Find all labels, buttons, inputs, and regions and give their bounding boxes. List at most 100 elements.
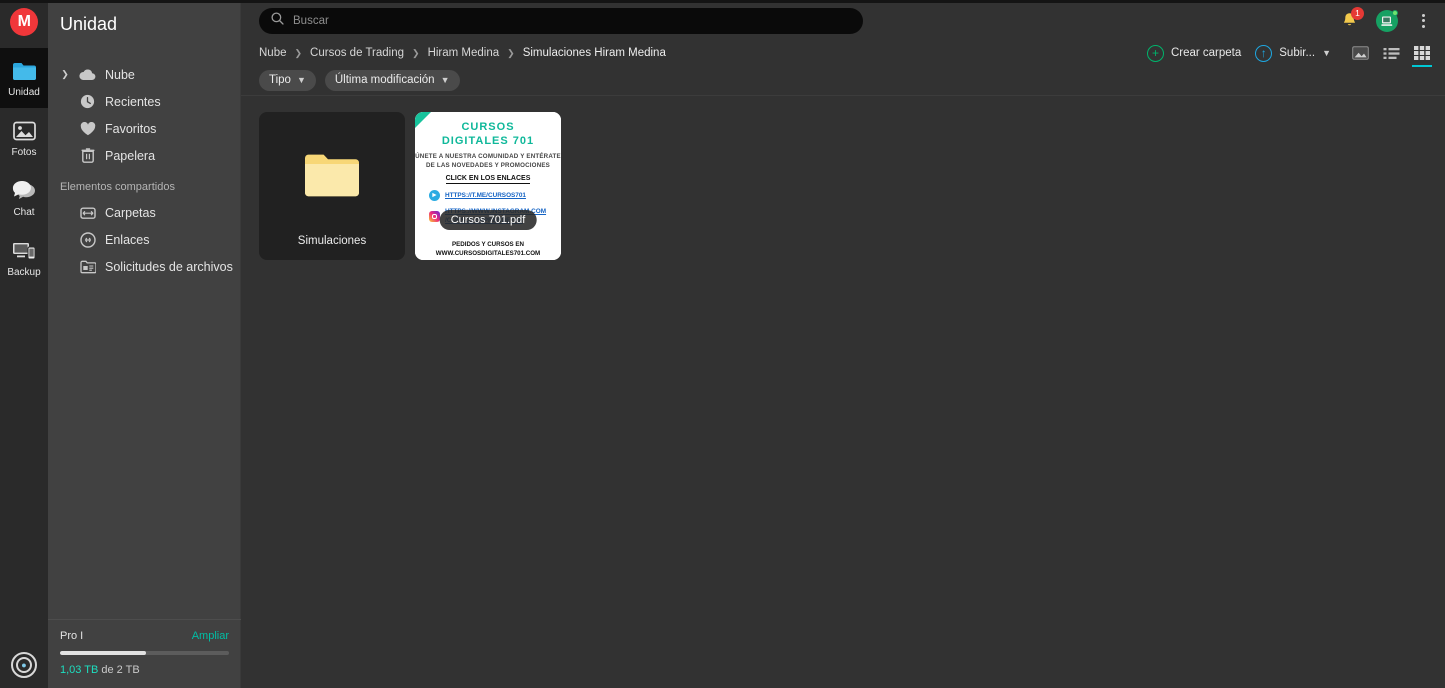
breadcrumb: Nube ❯ Cursos de Trading ❯ Hiram Medina … [259,47,666,59]
filter-chip-tipo[interactable]: Tipo ▼ [259,69,316,91]
shared-folders-icon [79,204,96,221]
sidebar-nav: ❯ Nube ❯ Recientes ❯ Favoritos [48,61,240,280]
list-view-icon[interactable] [1382,44,1400,62]
rail-item-fotos[interactable]: Fotos [0,108,48,168]
pdf-telegram-row: ► HTTPS://T.ME/CURSOS701 [421,190,555,201]
trash-icon [79,147,96,164]
rail-item-unidad[interactable]: Unidad [0,48,48,108]
file-request-icon [79,258,96,275]
pdf-footer-line1: PEDIDOS Y CURSOS EN [452,241,524,248]
create-folder-button[interactable]: + Crear carpeta [1146,44,1241,62]
sidebar-item-papelera[interactable]: ❯ Papelera [48,142,240,169]
chevron-down-icon: ▼ [440,75,450,85]
sidebar-item-recientes[interactable]: ❯ Recientes [48,88,240,115]
sidebar-item-enlaces[interactable]: ❯ Enlaces [48,226,240,253]
top-edge-strip [0,0,1445,3]
upload-button[interactable]: ↑ Subir... ▼ [1255,44,1331,62]
rail-item-chat[interactable]: Chat [0,168,48,228]
top-bar-actions: 1 [1340,7,1431,32]
notification-badge: 1 [1351,7,1364,20]
clock-icon [79,93,96,110]
rail-label-chat: Chat [13,206,35,218]
left-icon-rail: M Unidad Fotos Chat Backup ● [0,0,48,688]
accessibility-icon[interactable]: ● [11,652,37,678]
upgrade-link[interactable]: Ampliar [192,630,229,642]
view-toggles [1351,44,1432,67]
media-view-icon[interactable] [1351,44,1369,62]
pdf-title-line2: DIGITALES 701 [441,135,535,147]
upload-label: Subir... [1279,47,1316,59]
backup-icon [11,238,37,264]
sidebar-label-favoritos: Favoritos [105,121,157,136]
chevron-right-icon: ❯ [412,47,420,58]
sidebar-section-label: Elementos compartidos [60,181,175,193]
pdf-footer: PEDIDOS Y CURSOS EN WWW.CURSOSDIGITALES7… [415,240,561,258]
filter-chip-ultima-modificacion[interactable]: Última modificación ▼ [324,69,460,91]
pdf-subtitle-line1: ÚNETE A NUESTRA COMUNIDAD Y ENTÉRATE [415,153,561,160]
storage-total: de 2 TB [98,664,140,676]
kebab-menu-icon[interactable] [1415,12,1431,30]
rail-item-backup[interactable]: Backup [0,228,48,288]
rail-label-backup: Backup [7,266,41,278]
search-placeholder: Buscar [293,14,329,27]
folder-icon [11,58,37,84]
rail-bottom: ● [0,652,48,678]
breadcrumb-item-1[interactable]: Cursos de Trading [310,47,404,59]
sidebar-item-nube[interactable]: ❯ Nube [48,61,240,88]
file-card-label: Cursos 701.pdf [439,210,537,230]
storage-used: 1,03 TB [60,664,99,676]
corner-accent [415,112,431,128]
folder-icon [303,152,361,203]
chevron-down-icon[interactable]: ▼ [1322,48,1331,58]
pdf-link-telegram: HTTPS://T.ME/CURSOS701 [445,192,526,199]
sidebar-label-enlaces: Enlaces [105,232,150,247]
sidebar-item-favoritos[interactable]: ❯ Favoritos [48,115,240,142]
sidebar: Unidad ❯ Nube ❯ Recientes ❯ [48,0,241,688]
pdf-title-line1: CURSOS [461,121,515,133]
filter-label-tipo: Tipo [269,74,291,86]
sidebar-item-carpetas[interactable]: ❯ Carpetas [48,199,240,226]
sidebar-label-papelera: Papelera [105,148,156,163]
instagram-icon [429,210,440,222]
storage-usage-text: 1,03 TB de 2 TB [60,664,229,676]
photos-icon [11,118,37,144]
search-input[interactable]: Buscar [259,7,863,34]
online-status-dot [1392,9,1398,16]
pdf-thumbnail: CURSOS DIGITALES 701 ÚNETE A NUESTRA COM… [415,112,561,260]
rail-label-fotos: Fotos [11,146,37,158]
sidebar-label-nube: Nube [105,67,135,82]
mega-logo[interactable]: M [10,8,38,36]
grid-view-icon[interactable] [1412,44,1432,67]
cloud-icon [79,66,96,83]
sidebar-item-solicitudes[interactable]: ❯ Solicitudes de archivos [48,253,240,280]
pdf-footer-line2: WWW.CURSOSDIGITALES701.COM [435,250,541,257]
content-actions: + Crear carpeta ↑ Subir... ▼ [1146,44,1432,67]
breadcrumb-item-3[interactable]: Simulaciones Hiram Medina [523,47,666,59]
breadcrumb-item-0[interactable]: Nube [259,47,287,59]
breadcrumb-item-2[interactable]: Hiram Medina [428,47,500,59]
chevron-right-icon: ❯ [507,47,515,58]
storage-progress-fill [60,651,147,655]
main-content: Buscar 1 Nube ❯ Cursos de Trading ❯ Hira… [241,0,1445,688]
filter-row: Tipo ▼ Última modificación ▼ [241,65,1445,95]
filter-label-ultima-modificacion: Última modificación [334,74,435,86]
file-card-label: Simulaciones [297,235,367,247]
chat-icon [11,178,37,204]
pdf-subtitle-line2: DE LAS NOVEDADES Y PROMOCIONES [425,162,551,169]
avatar[interactable] [1376,9,1398,32]
notifications-button[interactable]: 1 [1340,7,1364,30]
storage-progress-bar [60,651,229,655]
rail-label-unidad: Unidad [8,86,40,98]
chevron-right-icon[interactable]: ❯ [60,69,70,80]
file-grid: Simulaciones CURSOS DIGITALES 701 ÚNETE … [241,96,1445,688]
mega-drive-app: M Unidad Fotos Chat Backup ● Unidad ❯ Nu… [0,0,1445,688]
file-card-pdf[interactable]: CURSOS DIGITALES 701 ÚNETE A NUESTRA COM… [415,112,561,260]
sidebar-label-solicitudes: Solicitudes de archivos [105,259,233,274]
heart-icon [79,120,96,137]
sidebar-title: Unidad [60,14,118,34]
pdf-cta: CLICK EN LOS ENLACES [445,175,531,184]
search-icon [271,11,284,30]
file-card-folder[interactable]: Simulaciones [259,112,405,260]
sidebar-label-recientes: Recientes [105,94,161,109]
telegram-icon: ► [429,190,440,201]
